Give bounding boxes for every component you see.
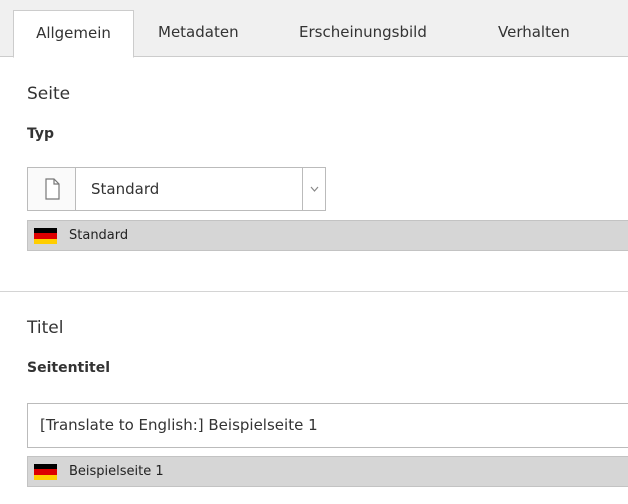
page-title-input[interactable]: [Translate to English:] Beispielseite 1: [27, 403, 628, 448]
tab-allgemein[interactable]: Allgemein: [13, 10, 134, 58]
type-select-value: Standard: [91, 180, 160, 198]
section-title-title: Titel: [27, 318, 64, 338]
default-language-title: Beispielseite 1: [27, 456, 628, 487]
chevron-down-icon[interactable]: [302, 168, 325, 210]
section-title-page: Seite: [27, 84, 71, 104]
default-language-type: Standard: [27, 220, 628, 251]
tab-bar: Allgemein Metadaten Erscheinungsbild Ver…: [0, 0, 628, 58]
page-title-label: Seitentitel: [27, 360, 111, 376]
page-icon: [28, 168, 76, 210]
tab-erscheinungsbild[interactable]: Erscheinungsbild: [299, 10, 427, 57]
tab-verhalten[interactable]: Verhalten: [498, 10, 570, 57]
type-label: Typ: [27, 126, 55, 142]
de-flag-icon: [34, 464, 57, 480]
default-language-title-text: Beispielseite 1: [69, 464, 164, 479]
type-select[interactable]: Standard: [27, 167, 326, 211]
section-divider: [0, 291, 628, 292]
de-flag-icon: [34, 228, 57, 244]
default-language-type-text: Standard: [69, 228, 129, 243]
tab-metadaten[interactable]: Metadaten: [158, 10, 239, 57]
